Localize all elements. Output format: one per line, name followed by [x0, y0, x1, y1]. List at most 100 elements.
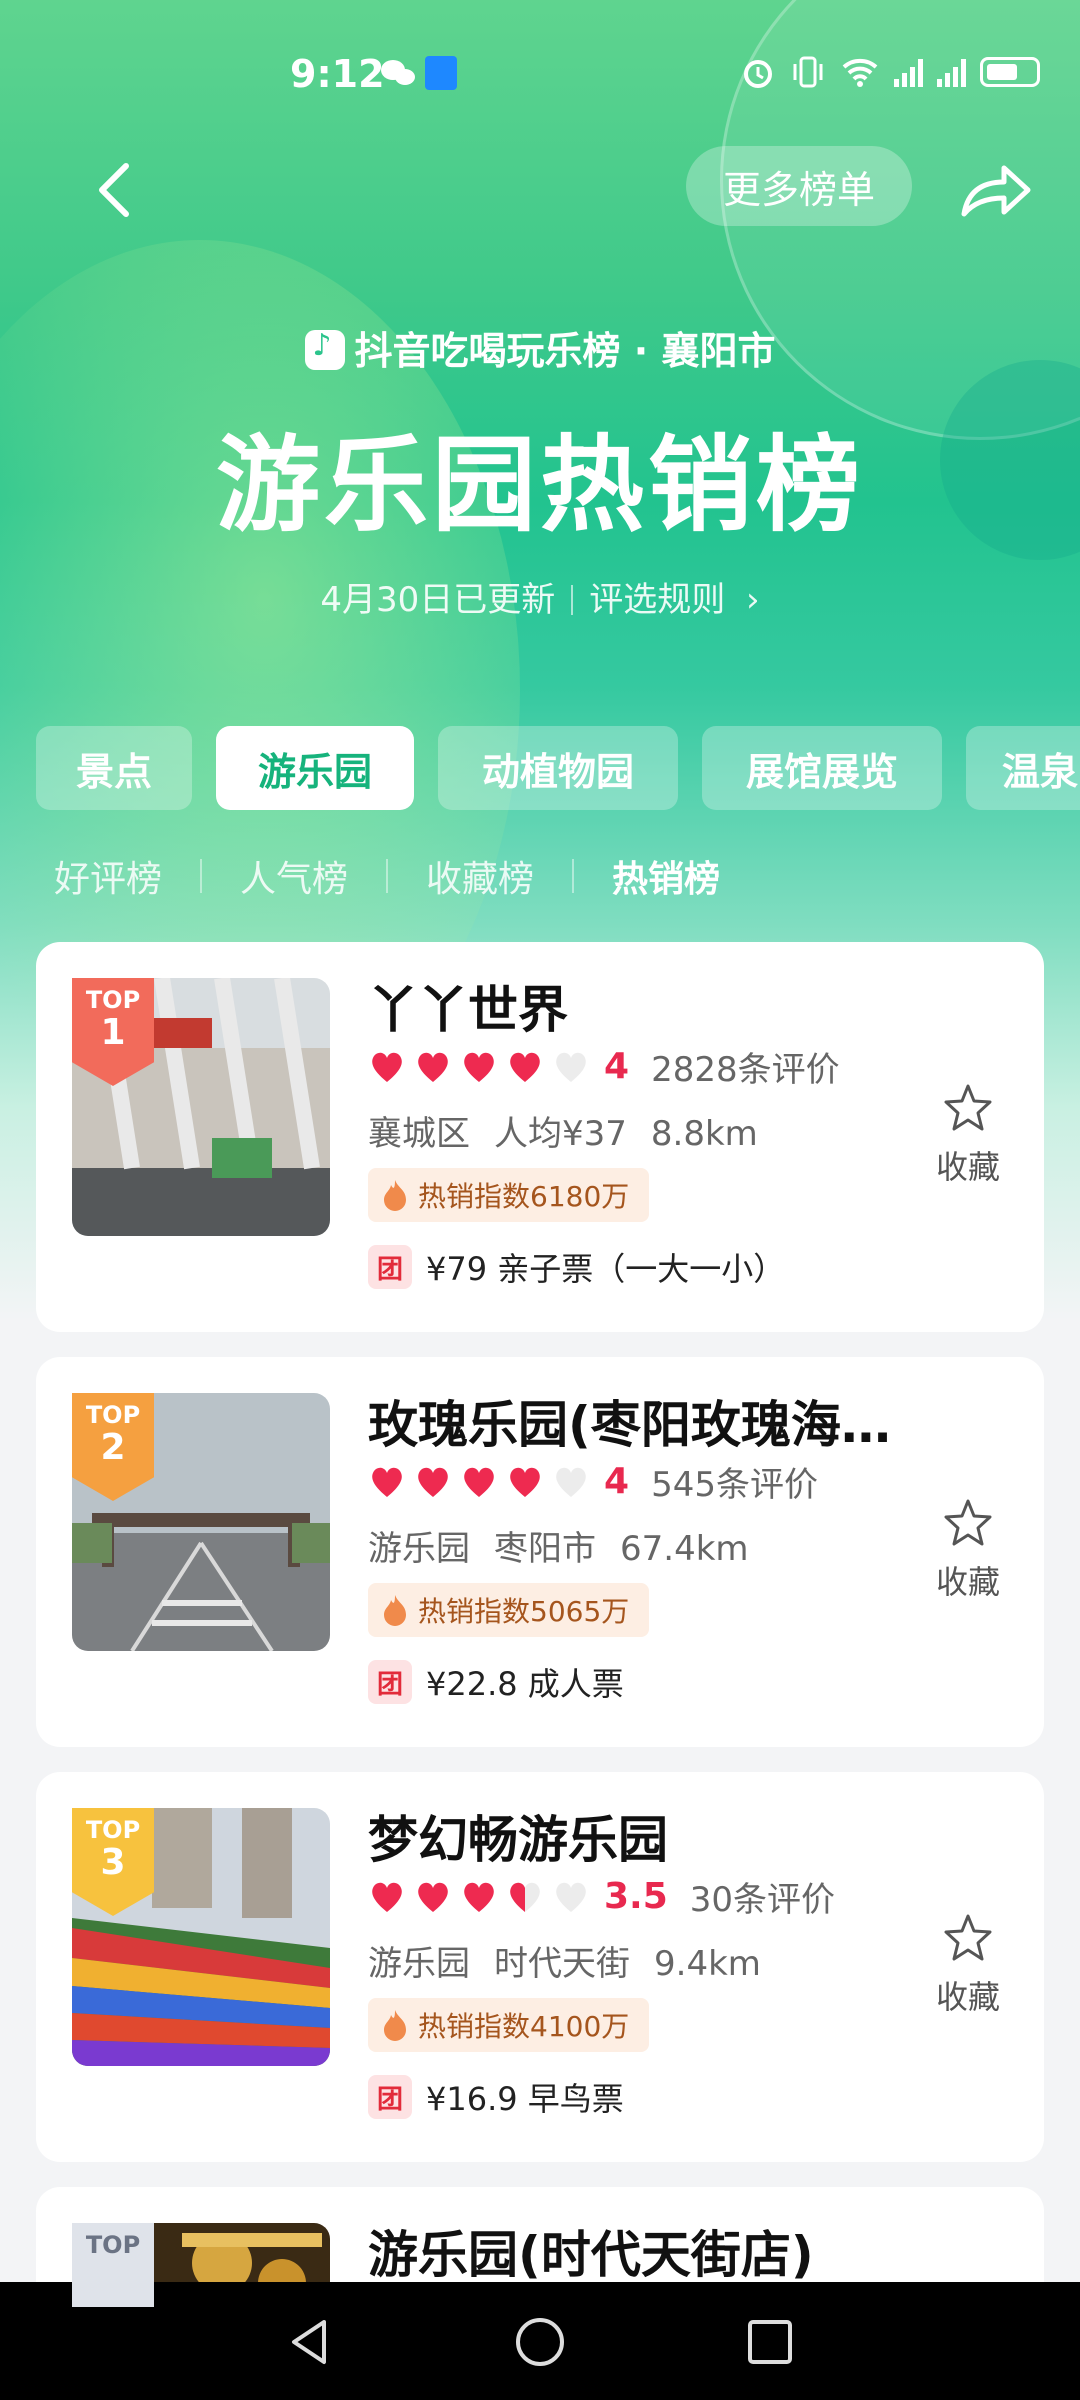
favorite-label: 收藏 — [935, 1148, 1000, 1186]
category-tab-exhibition[interactable]: 展馆展览 — [702, 726, 942, 810]
heart-full-icon — [372, 1882, 402, 1912]
signal-5g-icon — [894, 57, 923, 87]
category: 游乐园 — [368, 1529, 470, 1569]
status-bar: 9:12 — [0, 40, 1080, 120]
tab-favorites[interactable]: 收藏榜 — [426, 850, 534, 902]
rating-row: 4 2828条评价 — [368, 1042, 840, 1091]
category-tab-amusement-park[interactable]: 游乐园 — [216, 726, 414, 810]
ranking-card-1[interactable]: TOP 1 丫丫世界 4 2828条评价 襄城区 人均¥37 8.8km 热销指数6… — [36, 942, 1044, 1332]
deal-text: ¥22.8 成人票 — [426, 1665, 624, 1703]
heart-empty-icon — [556, 1882, 586, 1912]
deal-text: ¥16.9 早鸟票 — [426, 2080, 624, 2118]
star-icon — [944, 1914, 992, 1961]
group-deal-icon: 团 — [368, 1660, 412, 1704]
rules-link[interactable]: 评选规则 — [589, 580, 725, 620]
battery-icon — [980, 57, 1040, 87]
more-lists-button[interactable]: 更多榜单 — [686, 146, 912, 226]
heart-full-icon — [372, 1467, 402, 1497]
ranking-card-3[interactable]: TOP 3 梦幻畅游乐园 3.5 30条评价 游乐园 时代天街 9.4km 热销指数… — [36, 1772, 1044, 2162]
area: 时代天街 — [494, 1944, 630, 1984]
deal-row[interactable]: 团 ¥79 亲子票（一大一小） — [368, 1244, 785, 1290]
hot-index-text: 热销指数4100万 — [418, 2010, 630, 2043]
heart-full-icon — [464, 1882, 494, 1912]
distance: 67.4km — [620, 1529, 749, 1569]
list-source-text: 抖音吃喝玩乐榜 · 襄阳市 — [354, 329, 776, 373]
favorite-label: 收藏 — [935, 1563, 1000, 1601]
wechat-icon — [381, 60, 415, 85]
heart-full-icon — [418, 1467, 448, 1497]
tab-hot-sales[interactable]: 热销榜 — [612, 850, 720, 902]
signal-4g-icon — [937, 57, 966, 87]
hot-index-text: 热销指数5065万 — [418, 1595, 630, 1628]
category-tab-scenic[interactable]: 景点 — [36, 726, 192, 810]
place-meta: 游乐园 时代天街 9.4km — [368, 1936, 785, 1985]
distance: 9.4km — [654, 1944, 761, 1984]
chevron-right-icon: › — [746, 580, 760, 620]
fire-icon — [384, 1180, 406, 1211]
place-name: 玫瑰乐园(枣阳玫瑰海… — [368, 1396, 891, 1454]
list-source: 抖音吃喝玩乐榜 · 襄阳市 — [0, 320, 1080, 375]
heart-full-icon — [418, 1052, 448, 1082]
favorite-button[interactable]: 收藏 — [928, 1497, 1008, 1603]
rating-score: 3.5 — [604, 1876, 668, 1917]
nav-back-icon[interactable] — [280, 2312, 340, 2372]
heart-full-icon — [418, 1882, 448, 1912]
back-icon[interactable] — [90, 160, 140, 220]
update-date: 4月30日已更新 — [320, 580, 556, 620]
deal-row[interactable]: 团 ¥22.8 成人票 — [368, 1659, 624, 1705]
favorite-button[interactable]: 收藏 — [928, 1912, 1008, 2018]
category-tab-hot-spring[interactable]: 温泉 — [966, 726, 1080, 810]
rank-label: TOP — [85, 1401, 141, 1429]
status-time: 9:12 — [290, 52, 385, 96]
rank-number: 3 — [100, 1842, 126, 1883]
category: 游乐园 — [368, 1944, 470, 1984]
hot-index-tag: 热销指数5065万 — [368, 1583, 650, 1637]
rating-row: 3.5 30条评价 — [368, 1872, 835, 1921]
category-tabs: 景点 游乐园 动植物园 展馆展览 温泉 — [36, 726, 1080, 810]
ranking-tabs: 好评榜 人气榜 收藏榜 热销榜 — [54, 850, 720, 902]
fire-icon — [384, 1595, 406, 1626]
hot-index-tag: 热销指数4100万 — [368, 1998, 650, 2052]
star-icon — [944, 1084, 992, 1131]
heart-full-icon — [510, 1052, 540, 1082]
tab-good-reviews[interactable]: 好评榜 — [54, 850, 162, 902]
place-name: 丫丫世界 — [368, 981, 568, 1039]
review-count: 2828条评价 — [651, 1050, 840, 1090]
douyin-logo-icon — [304, 328, 345, 370]
rating-score: 4 — [604, 1461, 630, 1502]
heart-full-icon — [510, 1467, 540, 1497]
place-name: 游乐园(时代天街店) — [368, 2226, 814, 2284]
category-tab-zoo[interactable]: 动植物园 — [438, 726, 678, 810]
share-icon[interactable] — [958, 160, 1034, 220]
fire-icon — [384, 2010, 406, 2041]
rank-label: TOP — [85, 1816, 141, 1844]
nav-recents-icon[interactable] — [740, 2312, 800, 2372]
rank-number: 1 — [100, 1012, 126, 1053]
favorite-label: 收藏 — [935, 1978, 1000, 2016]
vibrate-icon — [793, 56, 823, 88]
heart-full-icon — [464, 1467, 494, 1497]
heart-empty-icon — [556, 1052, 586, 1082]
deal-row[interactable]: 团 ¥16.9 早鸟票 — [368, 2074, 624, 2120]
place-name: 梦幻畅游乐园 — [368, 1811, 668, 1869]
rating-row: 4 545条评价 — [368, 1457, 818, 1506]
page-title: 游乐园热销榜 — [215, 424, 864, 546]
group-deal-icon: 团 — [368, 2075, 412, 2119]
update-info: 4月30日已更新 评选规则 › — [0, 572, 1080, 621]
rank-number: 2 — [100, 1427, 126, 1468]
tab-popularity[interactable]: 人气榜 — [240, 850, 348, 902]
alarm-icon — [744, 60, 772, 88]
favorite-button[interactable]: 收藏 — [928, 1082, 1008, 1188]
area: 枣阳市 — [494, 1529, 596, 1569]
system-navigation-bar — [0, 2282, 1080, 2400]
nav-home-icon[interactable] — [510, 2312, 570, 2372]
ranking-card-2[interactable]: TOP 2 玫瑰乐园(枣阳玫瑰海… 4 545条评价 游乐园 枣阳市 67.4km … — [36, 1357, 1044, 1747]
hot-index-text: 热销指数6180万 — [418, 1180, 630, 1213]
heart-half-icon — [510, 1882, 540, 1912]
district: 襄城区 — [368, 1114, 470, 1154]
app-notification-icon — [425, 56, 457, 90]
place-meta: 襄城区 人均¥37 8.8km — [368, 1106, 782, 1155]
rank-label: TOP — [85, 986, 141, 1014]
deal-text: ¥79 亲子票（一大一小） — [426, 1250, 786, 1288]
hot-index-tag: 热销指数6180万 — [368, 1168, 650, 1222]
